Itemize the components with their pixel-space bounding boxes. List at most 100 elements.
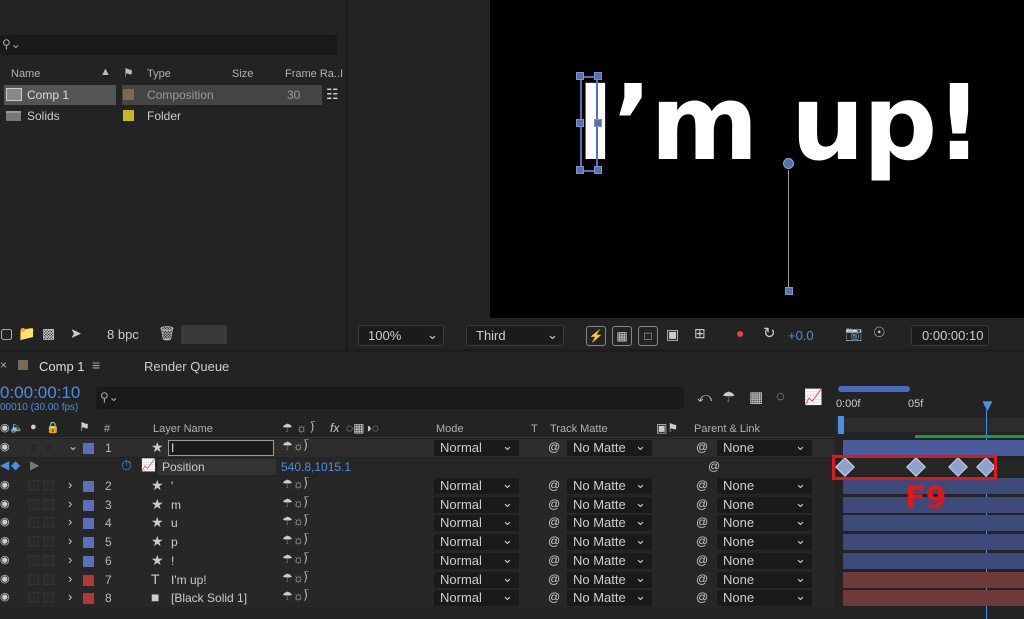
motion-blur-icon[interactable]: ◌ (776, 388, 785, 405)
eye-icon[interactable]: ◉ (0, 590, 10, 603)
expand-chevron-icon[interactable]: › (68, 552, 72, 567)
parent-dropdown[interactable]: None ⌄ (717, 495, 812, 513)
current-time[interactable]: 0:00:00:10 (0, 383, 80, 403)
layer-switch-icons[interactable]: ☂☼⟌ (282, 552, 309, 567)
col-size[interactable]: Size (232, 68, 253, 80)
blend-mode-dropdown[interactable]: Normal ⌄ (434, 570, 519, 588)
resolution-dropdown[interactable]: Third ⌄ (466, 325, 564, 346)
expand-chevron-icon[interactable]: › (68, 533, 72, 548)
layer-row[interactable]: ◉ › 8 ■ [Black Solid 1] ☂☼⟌ Normal ⌄ @ No Matte ⌄ @… (0, 588, 835, 607)
layer-label-swatch[interactable] (83, 481, 94, 492)
lock-box[interactable] (43, 499, 54, 510)
solo-box[interactable] (28, 536, 39, 547)
shy-layers-icon[interactable]: ☂ (722, 388, 735, 406)
keyframe-nav-next-icon[interactable]: ▶ (30, 458, 39, 472)
pick-whip-icon[interactable]: @ (696, 590, 708, 604)
position-property-row[interactable]: ◀ ◆ ▶ ⏱ 📈 Position 540.8,1015.1 @ (0, 457, 835, 476)
blend-mode-dropdown[interactable]: Normal ⌄ (434, 495, 519, 513)
lock-box[interactable] (43, 592, 54, 603)
time-navigator[interactable] (838, 386, 910, 392)
parent-dropdown[interactable]: None ⌄ (717, 588, 812, 606)
eye-icon[interactable]: ◉ (0, 515, 10, 528)
mask-visibility-icon[interactable]: □ (638, 326, 658, 346)
layer-bar[interactable] (843, 515, 1024, 531)
frame-blending-icon[interactable]: ▦ (749, 388, 763, 406)
flowchart-icon[interactable]: ☷ (326, 86, 339, 103)
solo-box[interactable] (28, 574, 39, 585)
menu-icon[interactable]: ≡ (92, 357, 100, 373)
layer-switch-icons[interactable]: ☂☼⟌ (282, 571, 309, 586)
graph-icon[interactable]: 📈 (141, 458, 156, 472)
eye-icon[interactable]: ◉ (0, 534, 10, 547)
render-icon[interactable]: ➤ (70, 325, 82, 342)
zoom-dropdown[interactable]: 100% ⌄ (358, 325, 444, 346)
matte-spiral-icon[interactable]: @ (548, 497, 560, 511)
track-matte-dropdown[interactable]: No Matte ⌄ (567, 532, 652, 550)
layer-name[interactable]: I'm up! (171, 573, 207, 587)
tab-render-queue[interactable]: Render Queue (144, 359, 229, 374)
layer-bar[interactable] (843, 553, 1024, 569)
keyframe-nav-prev-icon[interactable]: ◀ (0, 458, 9, 472)
exposure-value[interactable]: +0.0 (788, 328, 814, 343)
layer-name[interactable]: u (171, 516, 178, 530)
col-frame-rate[interactable]: Frame Ra... (285, 68, 343, 80)
region-of-interest-icon[interactable]: ▣ (666, 326, 679, 343)
layer-switch-icons[interactable]: ☂☼⟌ (282, 477, 309, 492)
label-tag-icon[interactable]: ⚑ (123, 66, 134, 80)
layer-row[interactable]: ◉ ⌄ 1 ★ I ☂☼⟌ Normal ⌄ @ No Matte ⌄ @ None… (0, 438, 835, 457)
track-matte-dropdown[interactable]: No Matte ⌄ (567, 438, 652, 456)
transform-handle[interactable] (576, 119, 584, 127)
matte-spiral-icon[interactable]: @ (548, 553, 560, 567)
layer-label-swatch[interactable] (83, 593, 94, 604)
blend-mode-dropdown[interactable]: Normal ⌄ (434, 588, 519, 606)
transform-handle[interactable] (576, 166, 584, 174)
solo-box[interactable] (28, 555, 39, 566)
graph-editor-icon[interactable]: 📈 (804, 388, 823, 406)
new-composition-icon[interactable]: ▩ (42, 325, 55, 342)
tab-comp1[interactable]: Comp 1 (39, 359, 85, 374)
col-extra[interactable]: I (340, 68, 343, 80)
parent-dropdown[interactable]: None ⌄ (717, 438, 812, 456)
composition-canvas[interactable]: I’m up! (490, 0, 1024, 318)
col-type[interactable]: Type (147, 68, 171, 80)
layer-name[interactable]: p (171, 535, 178, 549)
pick-whip-icon[interactable]: @ (696, 478, 708, 492)
layer-row[interactable]: ◉ › 3 ★ m ☂☼⟌ Normal ⌄ @ No Matte ⌄ @ None ⌄ (0, 495, 835, 514)
layer-label-swatch[interactable] (83, 443, 94, 454)
layer-row[interactable]: ◉ › 7 T I'm up! ☂☼⟌ Normal ⌄ @ No Matte ⌄ @ None ⌄ (0, 570, 835, 589)
solo-box[interactable] (28, 592, 39, 603)
label-swatch[interactable] (123, 110, 134, 121)
layer-row[interactable]: ◉ › 6 ★! ☂☼⟌ Normal ⌄ @ No Matte ⌄ @ None ⌄ (0, 551, 835, 570)
matte-spiral-icon[interactable]: @ (548, 590, 560, 604)
project-item-comp1[interactable]: Comp 1 Composition 30 ☷ (0, 85, 345, 105)
reset-exposure-icon[interactable]: ↻ (763, 324, 776, 342)
layer-name-field[interactable]: I (168, 440, 274, 456)
transform-handle[interactable] (594, 72, 602, 80)
lock-box[interactable] (43, 480, 54, 491)
bpc-button[interactable]: 8 bpc (107, 327, 139, 342)
track-matte-dropdown[interactable]: No Matte ⌄ (567, 476, 652, 494)
pick-whip-icon[interactable]: @ (696, 572, 708, 586)
layer-switch-icons[interactable]: ☂☼⟌ (282, 439, 309, 454)
expand-chevron-icon[interactable]: › (68, 571, 72, 586)
eye-icon[interactable]: ◉ (0, 440, 10, 453)
pick-whip-icon[interactable]: @ (696, 497, 708, 511)
layer-row[interactable]: ◉ › 4 ★ u ☂☼⟌ Normal ⌄ @ No Matte ⌄ @ None ⌄ (0, 513, 835, 532)
layer-label-swatch[interactable] (83, 518, 94, 529)
layer-switch-icons[interactable]: ☂☼⟌ (282, 496, 309, 511)
pick-whip-icon[interactable]: @ (696, 553, 708, 567)
add-keyframe-icon[interactable]: ◆ (11, 458, 20, 472)
layer-name[interactable]: m (171, 498, 181, 512)
col-layer-name[interactable]: Layer Name (153, 423, 213, 435)
matte-spiral-icon[interactable]: @ (548, 534, 560, 548)
track-matte-dropdown[interactable]: No Matte ⌄ (567, 588, 652, 606)
transform-handle[interactable] (576, 72, 584, 80)
layer-label-swatch[interactable] (83, 556, 94, 567)
eye-icon[interactable]: ◉ (0, 497, 10, 510)
eye-icon[interactable]: ◉ (0, 553, 10, 566)
label-swatch[interactable] (123, 89, 134, 100)
eye-icon[interactable]: ◉ (0, 572, 10, 585)
layer-label-swatch[interactable] (83, 537, 94, 548)
parent-dropdown[interactable]: None ⌄ (717, 551, 812, 569)
path-keyframe-handle[interactable] (785, 287, 793, 295)
